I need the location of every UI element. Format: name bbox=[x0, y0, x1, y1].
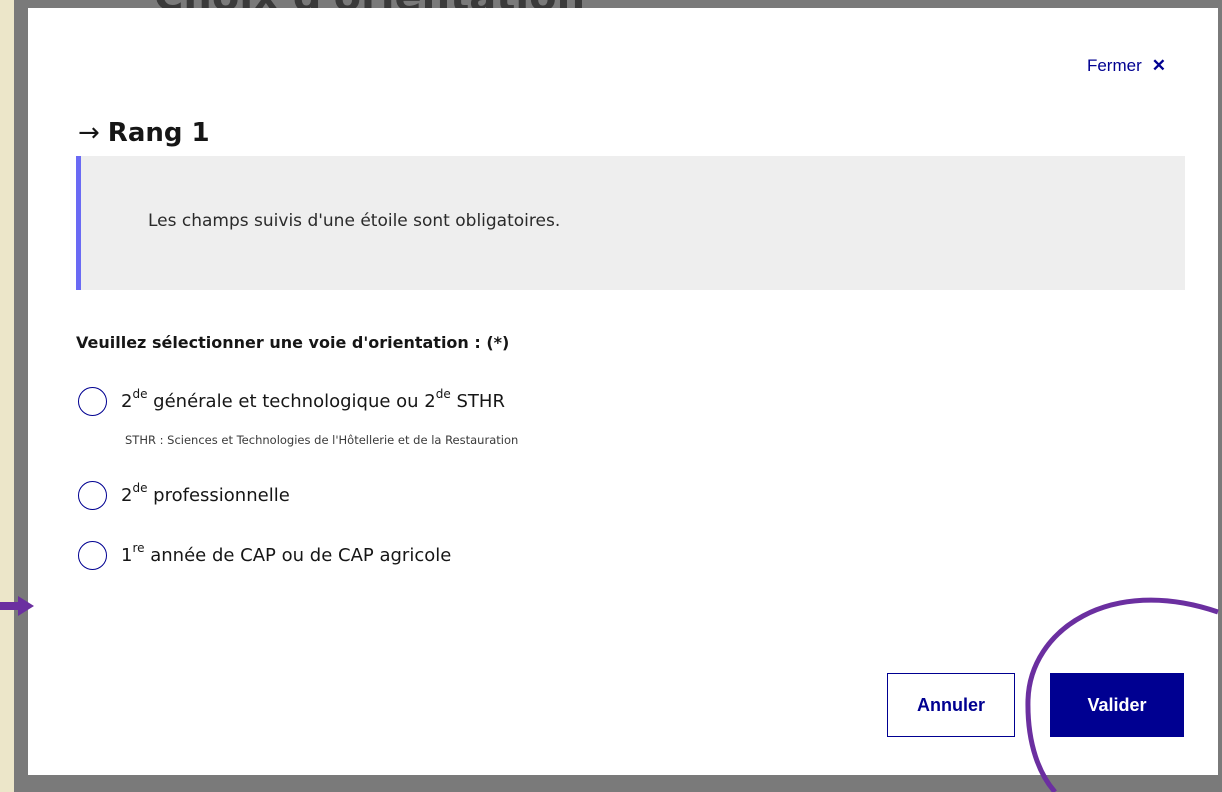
radio-button[interactable] bbox=[78, 387, 107, 416]
required-fields-callout: Les champs suivis d'une étoile sont obli… bbox=[76, 156, 1185, 290]
radio-option-label: 1re année de CAP ou de CAP agricole bbox=[121, 541, 452, 566]
radio-option-label: 2de générale et technologique ou 2de STH… bbox=[121, 387, 505, 412]
close-label: Fermer bbox=[1086, 56, 1142, 75]
dialog-title-text: Rang 1 bbox=[107, 118, 210, 148]
fieldset-legend: Veuillez sélectionner une voie d'orienta… bbox=[76, 333, 510, 352]
radio-button[interactable] bbox=[78, 481, 107, 510]
radio-option-2de-professionnelle[interactable]: 2de professionnelle bbox=[78, 481, 290, 510]
dialog-title: → Rang 1 bbox=[78, 118, 210, 148]
callout-text: Les champs suivis d'une étoile sont obli… bbox=[148, 211, 561, 231]
close-button[interactable]: Fermer ✕ bbox=[1087, 56, 1166, 76]
radio-option-hint: STHR : Sciences et Technologies de l'Hôt… bbox=[125, 433, 519, 447]
radio-option-2de-generale[interactable]: 2de générale et technologique ou 2de STH… bbox=[78, 387, 505, 416]
radio-option-1re-cap[interactable]: 1re année de CAP ou de CAP agricole bbox=[78, 541, 451, 570]
validate-button[interactable]: Valider bbox=[1050, 673, 1184, 737]
orientation-dialog: Fermer ✕ → Rang 1 Les champs suivis d'un… bbox=[28, 8, 1218, 775]
radio-button[interactable] bbox=[78, 541, 107, 570]
arrow-right-icon: → bbox=[78, 118, 100, 148]
radio-option-label: 2de professionnelle bbox=[121, 481, 290, 506]
close-icon: ✕ bbox=[1151, 56, 1166, 75]
cancel-button[interactable]: Annuler bbox=[887, 673, 1015, 737]
